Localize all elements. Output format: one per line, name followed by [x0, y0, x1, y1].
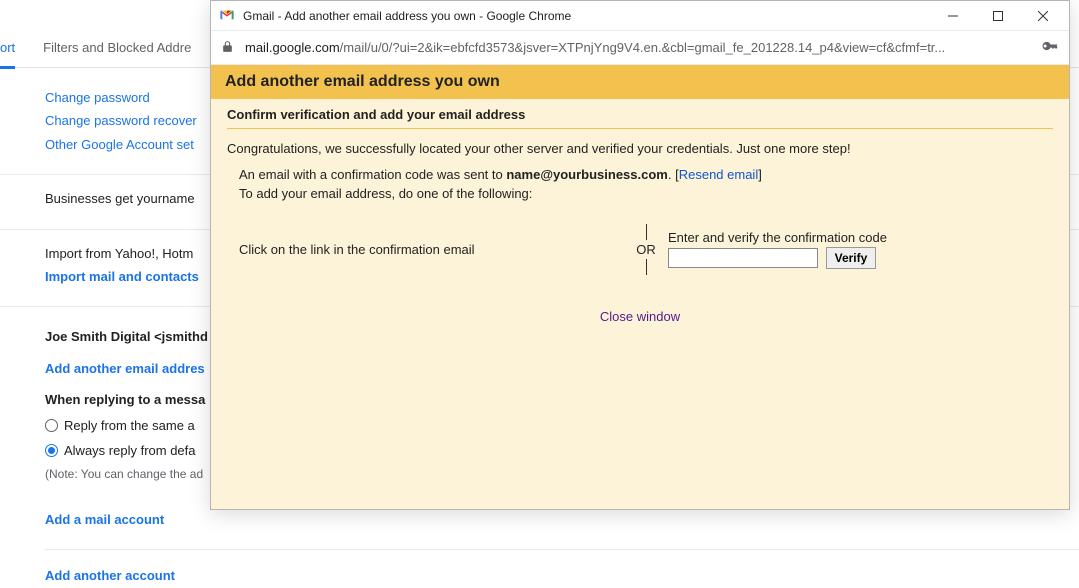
close-button[interactable]: [1020, 2, 1065, 30]
dialog-subheading: Confirm verification and add your email …: [227, 107, 1053, 128]
dialog-header: Add another email address you own: [211, 65, 1069, 99]
add-mail-account-link[interactable]: Add a mail account: [45, 508, 1079, 531]
tab-ort[interactable]: ort: [0, 40, 15, 69]
confirmation-code-input[interactable]: [668, 248, 818, 268]
window-titlebar: Gmail - Add another email address you ow…: [211, 1, 1069, 31]
key-icon[interactable]: [1041, 37, 1059, 58]
lock-icon: [221, 40, 235, 56]
gmail-icon: [219, 8, 235, 24]
reply-same-radio[interactable]: [45, 419, 58, 432]
congrats-text: Congratulations, we successfully located…: [227, 139, 1053, 159]
verify-options-row: Click on the link in the confirmation em…: [227, 230, 1053, 269]
dialog-content: Add another email address you own Confir…: [211, 65, 1069, 509]
reply-default-label: Always reply from defa: [64, 439, 196, 462]
business-text: Businesses get yourname: [45, 191, 195, 206]
popup-window: Gmail - Add another email address you ow…: [210, 0, 1070, 510]
reply-default-radio[interactable]: [45, 444, 58, 457]
resend-email-link[interactable]: Resend email: [679, 167, 759, 182]
enter-code-label: Enter and verify the confirmation code: [668, 230, 1053, 245]
or-separator: OR: [624, 242, 668, 257]
click-link-option: Click on the link in the confirmation em…: [227, 242, 624, 257]
window-title: Gmail - Add another email address you ow…: [243, 9, 930, 23]
maximize-button[interactable]: [975, 2, 1020, 30]
tab-filters[interactable]: Filters and Blocked Addre: [43, 40, 191, 55]
minimize-button[interactable]: [930, 2, 975, 30]
divider: [227, 128, 1053, 129]
verify-button[interactable]: Verify: [826, 247, 877, 269]
sent-to-email: name@yourbusiness.com: [506, 167, 668, 182]
add-another-account-link[interactable]: Add another account: [45, 564, 1079, 587]
email-sent-text: An email with a confirmation code was se…: [227, 165, 1053, 185]
close-window-link[interactable]: Close window: [227, 309, 1053, 324]
reply-same-label: Reply from the same a: [64, 414, 195, 437]
address-bar: mail.google.com/mail/u/0/?ui=2&ik=ebfcfd…: [211, 31, 1069, 65]
to-add-text: To add your email address, do one of the…: [227, 184, 1053, 204]
url-text[interactable]: mail.google.com/mail/u/0/?ui=2&ik=ebfcfd…: [245, 40, 1031, 55]
